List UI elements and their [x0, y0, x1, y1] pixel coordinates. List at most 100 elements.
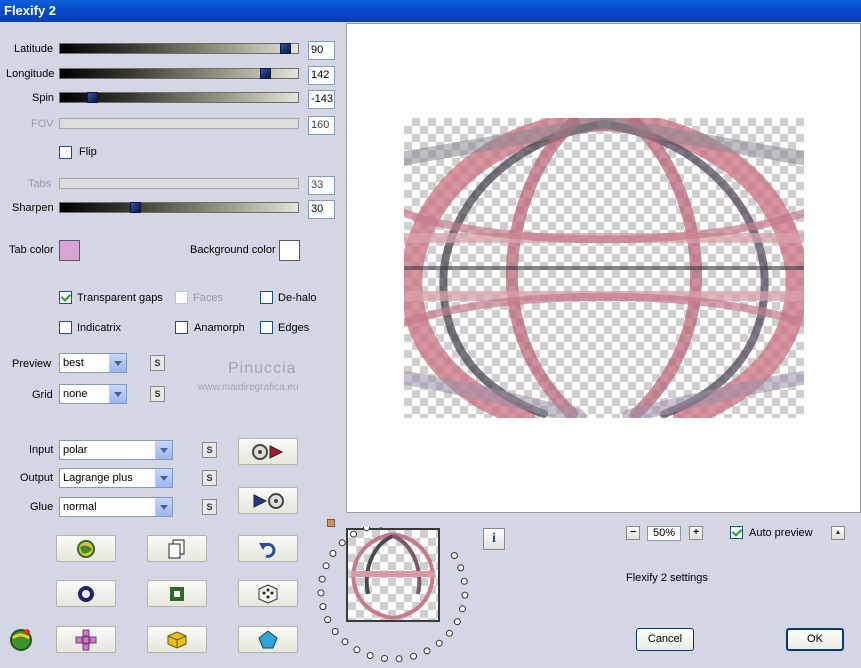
navigator-dot [445, 629, 453, 637]
anamorph-checkbox[interactable] [175, 321, 188, 334]
chevron-down-icon[interactable] [155, 469, 172, 487]
cube-tool-button[interactable] [147, 626, 207, 653]
fov-slider [59, 118, 299, 129]
navigator-dot [395, 655, 403, 663]
tab-color-swatch[interactable] [59, 240, 80, 261]
cancel-button[interactable]: Cancel [636, 628, 694, 651]
preview-quality-label: Preview [12, 358, 52, 370]
background-color-swatch[interactable] [279, 240, 300, 261]
longitude-slider[interactable] [59, 68, 299, 79]
preview-quality-select[interactable]: best [59, 353, 127, 373]
de-halo-checkbox[interactable] [260, 291, 273, 304]
input-select[interactable]: polar [59, 440, 173, 460]
undo-button[interactable] [238, 535, 298, 562]
faces-checkbox [175, 291, 188, 304]
zoom-in-button[interactable]: + [689, 526, 703, 540]
spin-slider-thumb[interactable] [87, 92, 98, 103]
output-s-button[interactable]: S [202, 470, 217, 486]
watermark-url: www.maidiregrafica.eu [198, 382, 299, 393]
ok-button[interactable]: OK [786, 628, 844, 651]
edges-checkbox[interactable] [260, 321, 273, 334]
anamorph-label: Anamorph [194, 322, 245, 334]
navigator-dot [324, 616, 332, 624]
navigator-dot [338, 539, 346, 547]
navigator-ring [317, 527, 469, 663]
navigator-dot [381, 655, 388, 662]
grid-value: none [63, 388, 88, 400]
grid-s-button[interactable]: S [150, 386, 165, 402]
longitude-slider-thumb[interactable] [260, 68, 271, 79]
disc-to-arrow-icon [252, 443, 284, 460]
pentagon-tool-button[interactable] [238, 626, 298, 653]
globe-icon [77, 539, 95, 558]
cube-icon [167, 630, 187, 649]
random-button[interactable] [238, 580, 298, 607]
input-s-button[interactable]: S [202, 442, 217, 458]
info-button[interactable]: i [483, 528, 505, 550]
flexify-preview-image-icon [404, 118, 804, 418]
sharpen-label: Sharpen [12, 202, 54, 214]
spin-input[interactable]: -143 [308, 90, 335, 109]
square-tool-button[interactable] [147, 580, 207, 607]
navigator-dot [318, 575, 326, 583]
navigator-dot [461, 591, 469, 599]
fov-label: FOV [31, 118, 54, 130]
sharpen-slider-thumb[interactable] [130, 202, 141, 213]
flip-checkbox[interactable] [59, 146, 72, 159]
latitude-input[interactable]: 90 [308, 41, 335, 60]
flexify-logo-icon [10, 629, 32, 651]
navigator-dot [319, 603, 327, 611]
navigator-dot [322, 562, 330, 570]
globe-tool-button[interactable] [56, 535, 116, 562]
preview-image-canvas[interactable] [404, 118, 804, 418]
sharpen-input[interactable]: 30 [308, 200, 335, 219]
transparent-gaps-checkbox[interactable] [59, 291, 72, 304]
navigator-dot [363, 527, 370, 532]
zoom-out-button[interactable]: − [626, 526, 640, 540]
latitude-slider-thumb[interactable] [280, 43, 291, 54]
chevron-down-icon[interactable] [109, 354, 126, 372]
arrow-to-disc-icon [253, 492, 284, 509]
grid-select[interactable]: none [59, 384, 127, 404]
tabs-slider [59, 178, 299, 189]
preview-s-button[interactable]: S [150, 355, 165, 371]
output-select[interactable]: Lagrange plus [59, 468, 173, 488]
ring-tool-button[interactable] [56, 580, 116, 607]
swap-to-input-button[interactable] [238, 487, 298, 514]
fov-input: 160 [308, 116, 335, 135]
navigator-dot [331, 628, 339, 635]
glue-label: Glue [30, 501, 54, 513]
chevron-down-icon[interactable] [155, 441, 172, 459]
navigator-dot [450, 552, 458, 559]
spin-slider[interactable] [59, 92, 299, 103]
spin-label: Spin [32, 92, 55, 104]
copy-icon [168, 539, 185, 558]
navigator-dot [457, 564, 465, 572]
square-frame-icon [170, 586, 184, 601]
faces-label: Faces [193, 292, 223, 304]
main-preview-panel[interactable] [346, 23, 861, 513]
tabs-input: 33 [308, 176, 335, 195]
copy-button[interactable] [147, 535, 207, 562]
longitude-input[interactable]: 142 [308, 66, 335, 85]
sharpen-slider[interactable] [59, 202, 299, 213]
navigator-handle[interactable] [327, 519, 335, 527]
indicatrix-checkbox[interactable] [59, 321, 72, 334]
expand-up-button[interactable]: ▲ [831, 526, 845, 540]
glue-select[interactable]: normal [59, 497, 173, 517]
chevron-down-icon[interactable] [109, 385, 126, 403]
cross-tiles-icon [75, 629, 97, 650]
swap-to-output-button[interactable] [238, 438, 298, 465]
glue-s-button[interactable]: S [202, 499, 217, 515]
chevron-down-icon[interactable] [155, 498, 172, 516]
latitude-slider[interactable] [59, 43, 299, 54]
output-value: Lagrange plus [63, 472, 133, 484]
pentagon-icon [258, 629, 278, 648]
navigator-dot [435, 639, 443, 647]
cross-tool-button[interactable] [56, 626, 116, 653]
auto-preview-checkbox[interactable] [730, 526, 743, 539]
grid-label: Grid [32, 389, 53, 401]
de-halo-label: De-halo [278, 292, 317, 304]
navigator-dot [317, 589, 325, 597]
window-title: Flexify 2 [0, 0, 861, 22]
